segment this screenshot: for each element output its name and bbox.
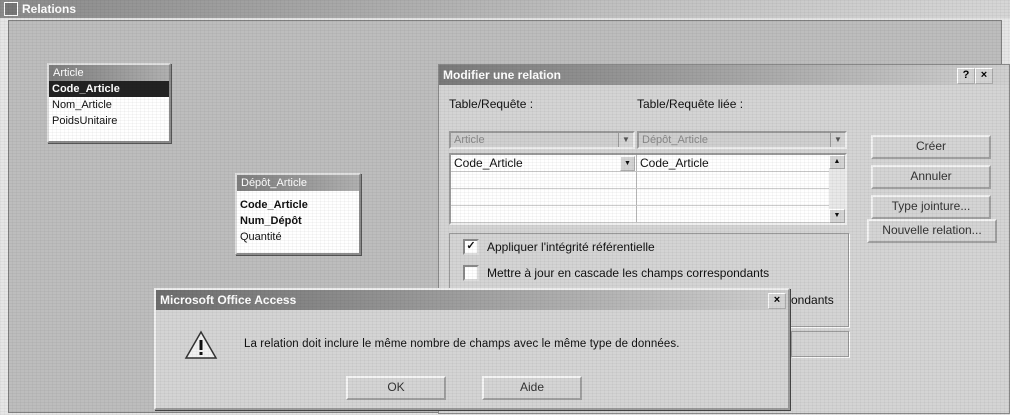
help-button[interactable]: ? (957, 68, 975, 84)
close-button[interactable]: × (768, 293, 786, 309)
grid-cell-table-field[interactable] (451, 172, 637, 188)
ok-button[interactable]: OK (346, 376, 446, 400)
create-button[interactable]: Créer (871, 135, 991, 159)
grid-row[interactable] (451, 189, 829, 206)
new-relation-button[interactable]: Nouvelle relation... (867, 219, 997, 243)
cascade-update-checkbox[interactable]: Mettre à jour en cascade les champs corr… (463, 265, 769, 281)
chevron-down-icon[interactable]: ▼ (620, 156, 635, 171)
grid-cell-related-field[interactable]: Code_Article (637, 155, 829, 171)
window-titlebar: Relations (0, 0, 1010, 18)
table-depot-article[interactable]: Dépôt_Article Code_Article Num_Dépôt Qua… (235, 173, 361, 255)
related-table-combo[interactable]: Dépôt_Article ▼ (637, 131, 847, 149)
related-table-label: Table/Requête liée : (637, 97, 744, 111)
grid-row[interactable] (451, 206, 829, 223)
grid-cell-table-field[interactable]: Code_Article ▼ (451, 155, 637, 171)
dialog-titlebar: Modifier une relation (439, 65, 1009, 85)
cascade-update-label: Mettre à jour en cascade les champs corr… (487, 266, 770, 280)
grid-cell-table-field[interactable] (451, 189, 637, 205)
related-combo-value: Dépôt_Article (642, 134, 709, 146)
grid-cell-table-field[interactable] (451, 206, 637, 222)
cell-text: Code_Article (454, 156, 523, 170)
table-article[interactable]: Article Code_Article Nom_Article PoidsUn… (47, 63, 171, 143)
table-label: Table/Requête : (449, 97, 534, 111)
field-grid[interactable]: Code_Article ▼ Code_Article ▲ ▼ (449, 153, 847, 225)
error-titlebar: Microsoft Office Access (156, 290, 788, 310)
relations-icon (4, 2, 18, 16)
chevron-down-icon[interactable]: ▼ (830, 133, 845, 147)
grid-row[interactable] (451, 172, 829, 189)
field-item[interactable]: Num_Dépôt (237, 213, 359, 229)
grid-row[interactable]: Code_Article ▼ Code_Article (451, 155, 829, 172)
chevron-up-icon[interactable]: ▲ (829, 155, 845, 169)
field-item[interactable]: Nom_Article (49, 97, 169, 113)
warning-icon (184, 330, 218, 359)
field-item[interactable]: Code_Article (49, 81, 169, 97)
grid-cell-related-field[interactable] (637, 206, 829, 222)
cascade-delete-label-partial: ondants (791, 293, 834, 307)
close-button[interactable]: × (975, 68, 993, 84)
table-title[interactable]: Dépôt_Article (237, 175, 359, 191)
help-button[interactable]: Aide (482, 376, 582, 400)
chevron-down-icon[interactable]: ▼ (829, 209, 845, 223)
grid-cell-related-field[interactable] (637, 172, 829, 188)
dialog-title: Modifier une relation (443, 68, 562, 82)
check-icon[interactable]: ✓ (463, 239, 479, 255)
field-item[interactable]: Code_Article (237, 197, 359, 213)
cancel-button[interactable]: Annuler (871, 165, 991, 189)
table-combo[interactable]: Article ▼ (449, 131, 635, 149)
field-item[interactable]: Quantité (237, 229, 359, 245)
join-type-group (791, 331, 849, 357)
chevron-down-icon[interactable]: ▼ (618, 133, 633, 147)
grid-scrollbar[interactable]: ▲ ▼ (829, 155, 845, 223)
join-type-button[interactable]: Type jointure... (871, 195, 991, 219)
table-combo-value: Article (454, 134, 485, 146)
window-title: Relations (22, 2, 77, 16)
integrity-label: Appliquer l'intégrité référentielle (487, 240, 655, 254)
grid-cell-related-field[interactable] (637, 189, 829, 205)
field-item[interactable]: PoidsUnitaire (49, 113, 169, 129)
error-title: Microsoft Office Access (160, 293, 297, 307)
table-title[interactable]: Article (49, 65, 169, 81)
error-dialog: Microsoft Office Access × La relation do… (154, 288, 790, 410)
integrity-checkbox[interactable]: ✓ Appliquer l'intégrité référentielle (463, 239, 655, 255)
error-message: La relation doit inclure le même nombre … (244, 338, 680, 350)
checkbox-box[interactable] (463, 265, 479, 281)
